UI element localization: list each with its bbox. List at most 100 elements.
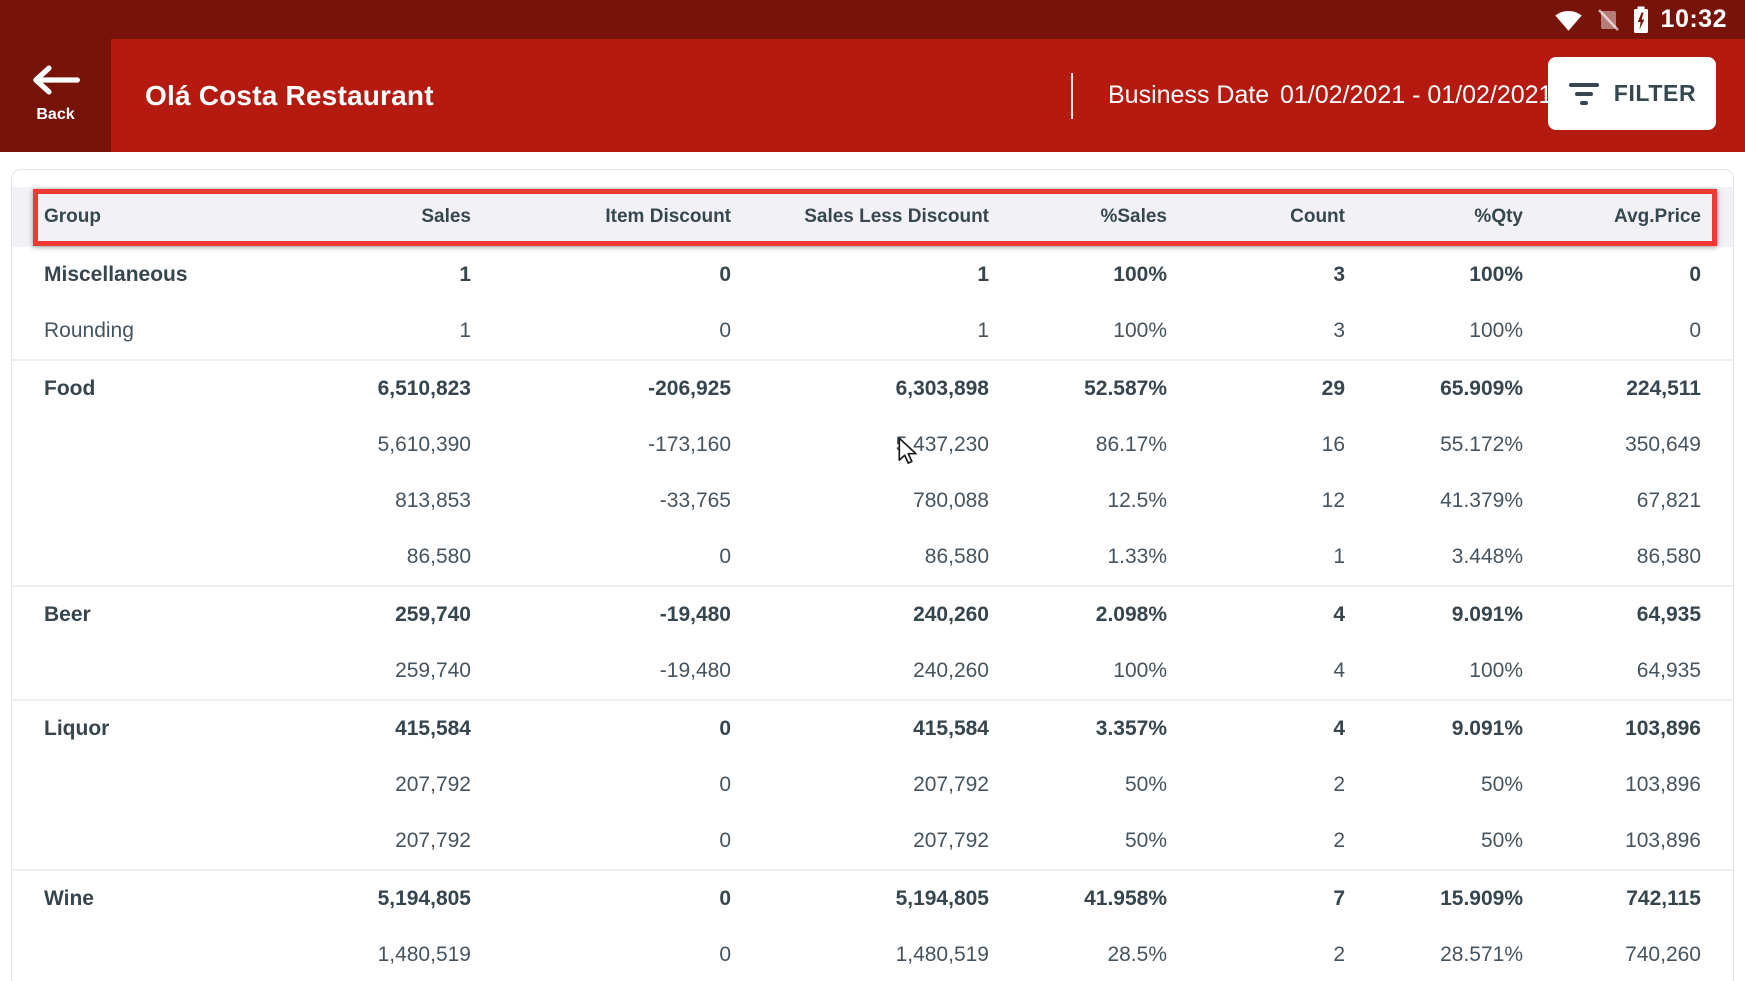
business-date-value[interactable]: 01/02/2021 - 01/02/2021 — [1280, 39, 1552, 152]
cell-pct-qty: 100% — [1345, 659, 1523, 683]
table-section: Food6,510,823-206,9256,303,89852.587%296… — [12, 359, 1733, 585]
cell-count: 29 — [1167, 377, 1345, 401]
cell-pct-qty: 41.379% — [1345, 489, 1523, 513]
cell-sales: 259,740 — [274, 659, 471, 683]
cell-avg-price: 0 — [1523, 319, 1701, 343]
table-row[interactable]: Wine5,194,80505,194,80541.958%715.909%74… — [12, 871, 1733, 927]
cell-avg-price: 67,821 — [1523, 489, 1701, 513]
cell-count: 1 — [1167, 545, 1345, 569]
cell-pct-sales: 50% — [989, 829, 1167, 853]
cell-pct-qty: 65.909% — [1345, 377, 1523, 401]
cell-pct-qty: 3.448% — [1345, 545, 1523, 569]
cell-sales-less-discount: 1 — [731, 263, 989, 287]
column-header-sales[interactable]: Sales — [274, 206, 471, 228]
cell-item-discount: 0 — [471, 829, 731, 853]
cell-sales: 813,853 — [274, 489, 471, 513]
cell-avg-price: 103,896 — [1523, 773, 1701, 797]
cell-pct-sales: 28.5% — [989, 943, 1167, 967]
cell-sales-less-discount: 207,792 — [731, 829, 989, 853]
cell-count: 3 — [1167, 263, 1345, 287]
cell-avg-price: 740,260 — [1523, 943, 1701, 967]
cell-item-discount: 0 — [471, 545, 731, 569]
table-row[interactable]: 207,7920207,79250%250%103,896 — [12, 813, 1733, 869]
cell-sales: 207,792 — [274, 773, 471, 797]
header-divider — [1071, 73, 1073, 119]
cell-avg-price: 86,580 — [1523, 545, 1701, 569]
network-off-icon — [1595, 7, 1621, 33]
cell-count: 4 — [1167, 717, 1345, 741]
cell-item-discount: -33,765 — [471, 489, 731, 513]
clock-time: 10:32 — [1661, 5, 1727, 34]
cell-pct-sales: 1.33% — [989, 545, 1167, 569]
cell-count: 2 — [1167, 943, 1345, 967]
table-row[interactable]: 1,480,51901,480,51928.5%228.571%740,260 — [12, 927, 1733, 981]
cell-item-discount: 0 — [471, 773, 731, 797]
cell-item-discount: -19,480 — [471, 603, 731, 627]
cell-pct-sales: 100% — [989, 263, 1167, 287]
status-bar: 10:32 — [0, 0, 1745, 39]
table-row[interactable]: Rounding101100%3100%0 — [12, 303, 1733, 359]
column-header-item-discount[interactable]: Item Discount — [471, 206, 731, 228]
table-row[interactable]: 207,7920207,79250%250%103,896 — [12, 757, 1733, 813]
cell-count: 3 — [1167, 319, 1345, 343]
cell-sales: 259,740 — [274, 603, 471, 627]
cell-pct-qty: 9.091% — [1345, 603, 1523, 627]
table-row[interactable]: Food6,510,823-206,9256,303,89852.587%296… — [12, 361, 1733, 417]
column-header-avg-price[interactable]: Avg.Price — [1523, 206, 1701, 228]
cell-pct-qty: 50% — [1345, 773, 1523, 797]
column-header-pct-sales[interactable]: %Sales — [989, 206, 1167, 228]
cell-sales-less-discount: 415,584 — [731, 717, 989, 741]
cell-sales: 1 — [274, 319, 471, 343]
cell-sales-less-discount: 207,792 — [731, 773, 989, 797]
cell-avg-price: 103,896 — [1523, 717, 1701, 741]
table-row[interactable]: Beer259,740-19,480240,2602.098%49.091%64… — [12, 587, 1733, 643]
cell-count: 2 — [1167, 773, 1345, 797]
cell-count: 7 — [1167, 887, 1345, 911]
column-header-pct-qty[interactable]: %Qty — [1345, 206, 1523, 228]
cell-avg-price: 0 — [1523, 263, 1701, 287]
back-arrow-icon — [30, 62, 82, 98]
cell-avg-price: 64,935 — [1523, 659, 1701, 683]
column-header-group[interactable]: Group — [44, 206, 274, 228]
cell-pct-qty: 55.172% — [1345, 433, 1523, 457]
cell-sales-less-discount: 240,260 — [731, 603, 989, 627]
cell-item-discount: 0 — [471, 263, 731, 287]
group-cell: Rounding — [44, 319, 274, 343]
table-row[interactable]: 813,853-33,765780,08812.5%1241.379%67,82… — [12, 473, 1733, 529]
group-cell: Miscellaneous — [44, 263, 274, 287]
cell-pct-qty: 100% — [1345, 263, 1523, 287]
cell-pct-qty: 28.571% — [1345, 943, 1523, 967]
cell-sales-less-discount: 240,260 — [731, 659, 989, 683]
cell-sales-less-discount: 6,303,898 — [731, 377, 989, 401]
group-cell: Wine — [44, 887, 274, 911]
cell-item-discount: 0 — [471, 717, 731, 741]
cell-sales: 86,580 — [274, 545, 471, 569]
table-section: Beer259,740-19,480240,2602.098%49.091%64… — [12, 585, 1733, 699]
back-button[interactable]: Back — [0, 0, 111, 152]
table-row[interactable]: 86,580086,5801.33%13.448%86,580 — [12, 529, 1733, 585]
table-body: Miscellaneous101100%3100%0Rounding101100… — [12, 247, 1733, 981]
cell-pct-qty: 100% — [1345, 319, 1523, 343]
cell-sales-less-discount: 1 — [731, 319, 989, 343]
filter-icon — [1568, 81, 1600, 107]
cell-item-discount: -206,925 — [471, 377, 731, 401]
cell-count: 12 — [1167, 489, 1345, 513]
table-row[interactable]: 259,740-19,480240,260100%4100%64,935 — [12, 643, 1733, 699]
wifi-icon — [1554, 8, 1583, 32]
column-header-count[interactable]: Count — [1167, 206, 1345, 228]
cell-sales: 5,194,805 — [274, 887, 471, 911]
table-row[interactable]: Liquor415,5840415,5843.357%49.091%103,89… — [12, 701, 1733, 757]
filter-button-label: FILTER — [1614, 80, 1696, 107]
cell-pct-qty: 15.909% — [1345, 887, 1523, 911]
table-row[interactable]: Miscellaneous101100%3100%0 — [12, 247, 1733, 303]
cell-count: 16 — [1167, 433, 1345, 457]
cell-pct-sales: 100% — [989, 319, 1167, 343]
table-row[interactable]: 5,610,390-173,1605,437,23086.17%1655.172… — [12, 417, 1733, 473]
column-header-sales-less-discount[interactable]: Sales Less Discount — [731, 206, 989, 228]
table-section: Wine5,194,80505,194,80541.958%715.909%74… — [12, 869, 1733, 981]
cell-avg-price: 350,649 — [1523, 433, 1701, 457]
business-date-label: Business Date — [1108, 39, 1269, 152]
app-header: Olá Costa Restaurant Business Date 01/02… — [0, 39, 1745, 152]
filter-button[interactable]: FILTER — [1548, 57, 1716, 130]
cell-sales-less-discount: 5,437,230 — [731, 433, 989, 457]
